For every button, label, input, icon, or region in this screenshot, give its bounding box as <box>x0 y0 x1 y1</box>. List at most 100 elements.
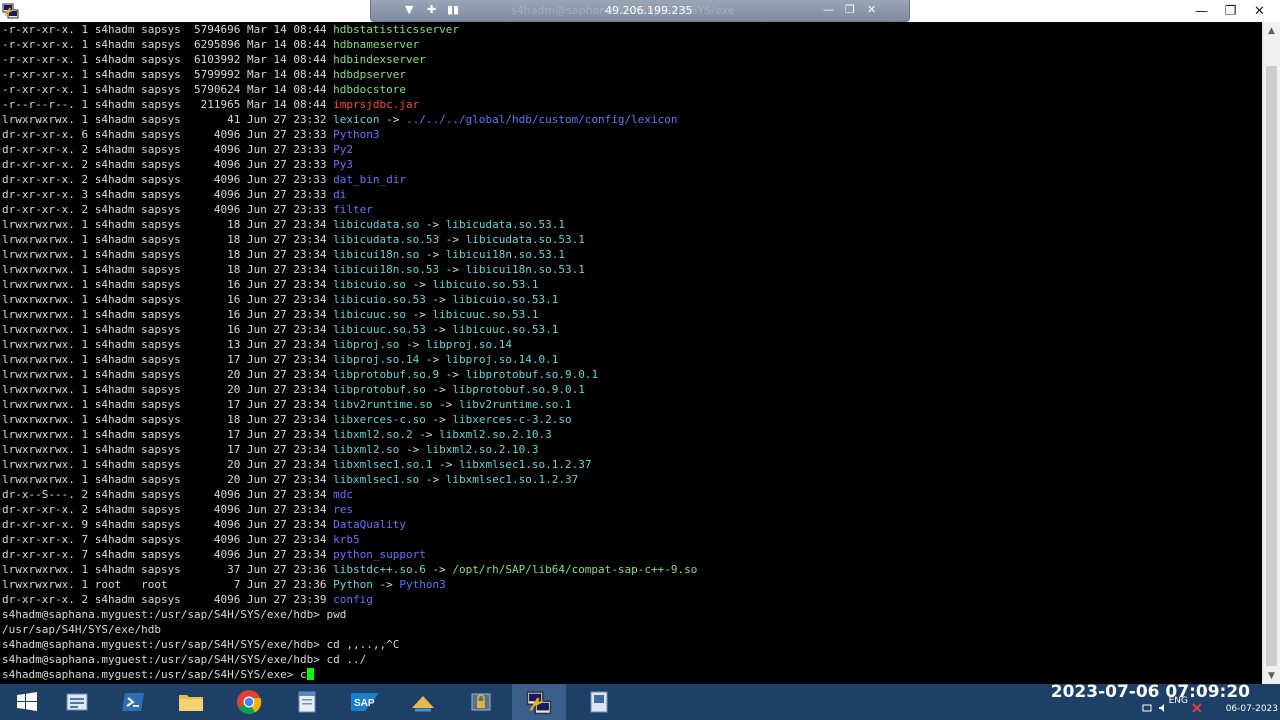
terminal-line: -r-xr-xr-x. 1 s4hadm sapsys 6103992 Mar … <box>0 52 1262 67</box>
terminal-text: libv2runtime.so <box>333 398 433 411</box>
terminal-line: dr-xr-xr-x. 2 s4hadm sapsys 4096 Jun 27 … <box>0 142 1262 157</box>
terminal-text: dr-xr-xr-x. 6 s4hadm sapsys 4096 Jun 27 … <box>2 128 334 141</box>
window-title-bar: ▼ ✚ ▮▮ s4hadm@saphana:/usr/sap/S4H/SYS/e… <box>0 0 1280 23</box>
terminal-text: libicudata.so.53.1 <box>465 233 585 246</box>
terminal-text: lrwxrwxrwx. 1 s4hadm sapsys 17 Jun 27 23… <box>2 353 334 366</box>
putty-icon <box>2 3 19 19</box>
terminal-text: lrwxrwxrwx. 1 s4hadm sapsys 18 Jun 27 23… <box>2 233 334 246</box>
terminal-text: lrwxrwxrwx. 1 s4hadm sapsys 16 Jun 27 23… <box>2 323 334 336</box>
rdp-close-icon[interactable]: ✕ <box>867 3 876 16</box>
scroll-up-icon[interactable]: ▲ <box>1263 22 1280 39</box>
rdp-pin-icon[interactable]: ✚ <box>427 3 436 16</box>
terminal-line: lrwxrwxrwx. 1 s4hadm sapsys 17 Jun 27 23… <box>0 442 1262 457</box>
terminal-text: Py3 <box>333 158 354 171</box>
server-manager-icon <box>66 693 88 711</box>
restore-icon[interactable]: ❐ <box>1216 0 1245 22</box>
terminal-text: dat_bin_dir <box>333 173 406 186</box>
terminal-text: -> <box>425 563 453 576</box>
terminal-text: libicuuc.so.53.1 <box>452 323 559 336</box>
terminal-line: s4hadm@saphana.myguest:/usr/sap/S4H/SYS/… <box>0 652 1262 667</box>
terminal-cursor <box>306 668 314 680</box>
terminal-text: lrwxrwxrwx. 1 s4hadm sapsys 17 Jun 27 23… <box>2 443 334 456</box>
terminal-line: lrwxrwxrwx. 1 s4hadm sapsys 16 Jun 27 23… <box>0 307 1262 322</box>
taskbar-sap-logon[interactable]: SAP <box>338 684 392 720</box>
terminal-output[interactable]: -r-xr-xr-x. 1 s4hadm sapsys 5794696 Mar … <box>0 22 1262 684</box>
terminal-text: -> <box>425 293 453 306</box>
terminal-line: lrwxrwxrwx. 1 s4hadm sapsys 18 Jun 27 23… <box>0 217 1262 232</box>
taskbar-file-explorer[interactable] <box>164 684 218 720</box>
taskbar-media-app[interactable] <box>572 684 626 720</box>
scrollbar-thumb[interactable] <box>1266 66 1277 666</box>
terminal-text: lrwxrwxrwx. 1 s4hadm sapsys 20 Jun 27 23… <box>2 458 334 471</box>
terminal-text: -> <box>379 113 406 126</box>
terminal-scrollbar[interactable]: ▲ ▼ <box>1262 22 1280 684</box>
taskbar: SAP ENG 2023-07-06 07:09:20 06-07-2023 <box>0 682 1280 720</box>
terminal-text: -> <box>439 233 466 246</box>
notepad-icon <box>298 691 316 713</box>
terminal-line: dr-xr-xr-x. 7 s4hadm sapsys 4096 Jun 27 … <box>0 547 1262 562</box>
terminal-text: libicudata.so.53 <box>333 233 440 246</box>
terminal-text: lrwxrwxrwx. 1 s4hadm sapsys 16 Jun 27 23… <box>2 293 334 306</box>
terminal-text: dr-xr-xr-x. 3 s4hadm sapsys 4096 Jun 27 … <box>2 188 334 201</box>
close-icon[interactable]: ✕ <box>1245 0 1274 22</box>
taskbar-powershell[interactable] <box>106 684 160 720</box>
minimize-icon[interactable]: — <box>1187 0 1216 22</box>
terminal-text: krb5 <box>333 533 360 546</box>
terminal-text: libicudata.so <box>333 218 420 231</box>
chevron-down-icon[interactable]: ▼ <box>405 3 413 16</box>
terminal-line: dr-xr-xr-x. 2 s4hadm sapsys 4096 Jun 27 … <box>0 502 1262 517</box>
terminal-text: libprotobuf.so.9 <box>333 368 440 381</box>
terminal-line: lrwxrwxrwx. 1 s4hadm sapsys 17 Jun 27 23… <box>0 352 1262 367</box>
terminal-text: libxml2.so.2.10.3 <box>439 428 552 441</box>
terminal-line: s4hadm@saphana.myguest:/usr/sap/S4H/SYS/… <box>0 607 1262 622</box>
terminal-text: libicuuc.so.53.1 <box>432 308 539 321</box>
terminal-text: lrwxrwxrwx. 1 s4hadm sapsys 20 Jun 27 23… <box>2 383 334 396</box>
terminal-text: -> <box>406 278 433 291</box>
terminal-text: config <box>333 593 373 606</box>
terminal-text: libicui18n.so.53.1 <box>445 248 565 261</box>
terminal-text: hdbdocstore <box>333 83 406 96</box>
terminal-text: -> <box>432 398 459 411</box>
terminal-text: libicuio.so <box>333 278 406 291</box>
terminal-text: lrwxrwxrwx. 1 s4hadm sapsys 18 Jun 27 23… <box>2 413 334 426</box>
terminal-line: dr-xr-xr-x. 6 s4hadm sapsys 4096 Jun 27 … <box>0 127 1262 142</box>
terminal-text: -r-xr-xr-x. 1 s4hadm sapsys 6295896 Mar … <box>2 38 334 51</box>
terminal-text: -> <box>439 263 466 276</box>
taskbar-putty-active[interactable] <box>512 684 566 720</box>
rdp-minimize-icon[interactable]: — <box>823 3 834 16</box>
terminal-text: lrwxrwxrwx. 1 s4hadm sapsys 17 Jun 27 23… <box>2 398 334 411</box>
terminal-text: hdbdpserver <box>333 68 406 81</box>
taskbar-date[interactable]: 06-07-2023 <box>1226 704 1278 714</box>
svg-text:SAP: SAP <box>354 698 375 709</box>
folder-icon <box>179 695 203 711</box>
terminal-line: lrwxrwxrwx. 1 s4hadm sapsys 41 Jun 27 23… <box>0 112 1262 127</box>
terminal-text: libproj.so <box>333 338 400 351</box>
terminal-text: -> <box>399 443 426 456</box>
terminal-text: mdc <box>333 488 354 501</box>
terminal-text: lexicon <box>333 113 380 126</box>
scroll-down-icon[interactable]: ▼ <box>1263 667 1280 684</box>
start-button[interactable] <box>0 684 54 720</box>
terminal-line: lrwxrwxrwx. 1 s4hadm sapsys 16 Jun 27 23… <box>0 277 1262 292</box>
terminal-text: -> <box>419 248 446 261</box>
rdp-restore-icon[interactable]: ❐ <box>845 3 855 16</box>
terminal-text: DataQuality <box>333 518 406 531</box>
terminal-text: libxml2.so.2 <box>333 428 413 441</box>
taskbar-notepad[interactable] <box>280 684 334 720</box>
taskbar-server-manager[interactable] <box>50 684 104 720</box>
terminal-text: dr-xr-xr-x. 2 s4hadm sapsys 4096 Jun 27 … <box>2 503 334 516</box>
taskbar-lock-app[interactable] <box>454 684 508 720</box>
terminal-text: libxml2.so.2.10.3 <box>425 443 539 456</box>
terminal-text: libicui18n.so <box>333 248 420 261</box>
terminal-text: libicudata.so.53.1 <box>445 218 565 231</box>
terminal-text: -> <box>439 368 466 381</box>
taskbar-chrome[interactable] <box>222 684 276 720</box>
rdp-ip-address: 49.206.199.235 <box>605 4 693 17</box>
terminal-text: libicui18n.so.53 <box>333 263 440 276</box>
taskbar-sap-gui[interactable] <box>396 684 450 720</box>
terminal-line: lrwxrwxrwx. 1 s4hadm sapsys 37 Jun 27 23… <box>0 562 1262 577</box>
terminal-text: dr-xr-xr-x. 2 s4hadm sapsys 4096 Jun 27 … <box>2 593 334 606</box>
taskbar-clock[interactable]: 2023-07-06 07:09:20 <box>1051 682 1250 702</box>
terminal-line: lrwxrwxrwx. 1 s4hadm sapsys 13 Jun 27 23… <box>0 337 1262 352</box>
terminal-text: libicuio.so.53 <box>333 293 426 306</box>
